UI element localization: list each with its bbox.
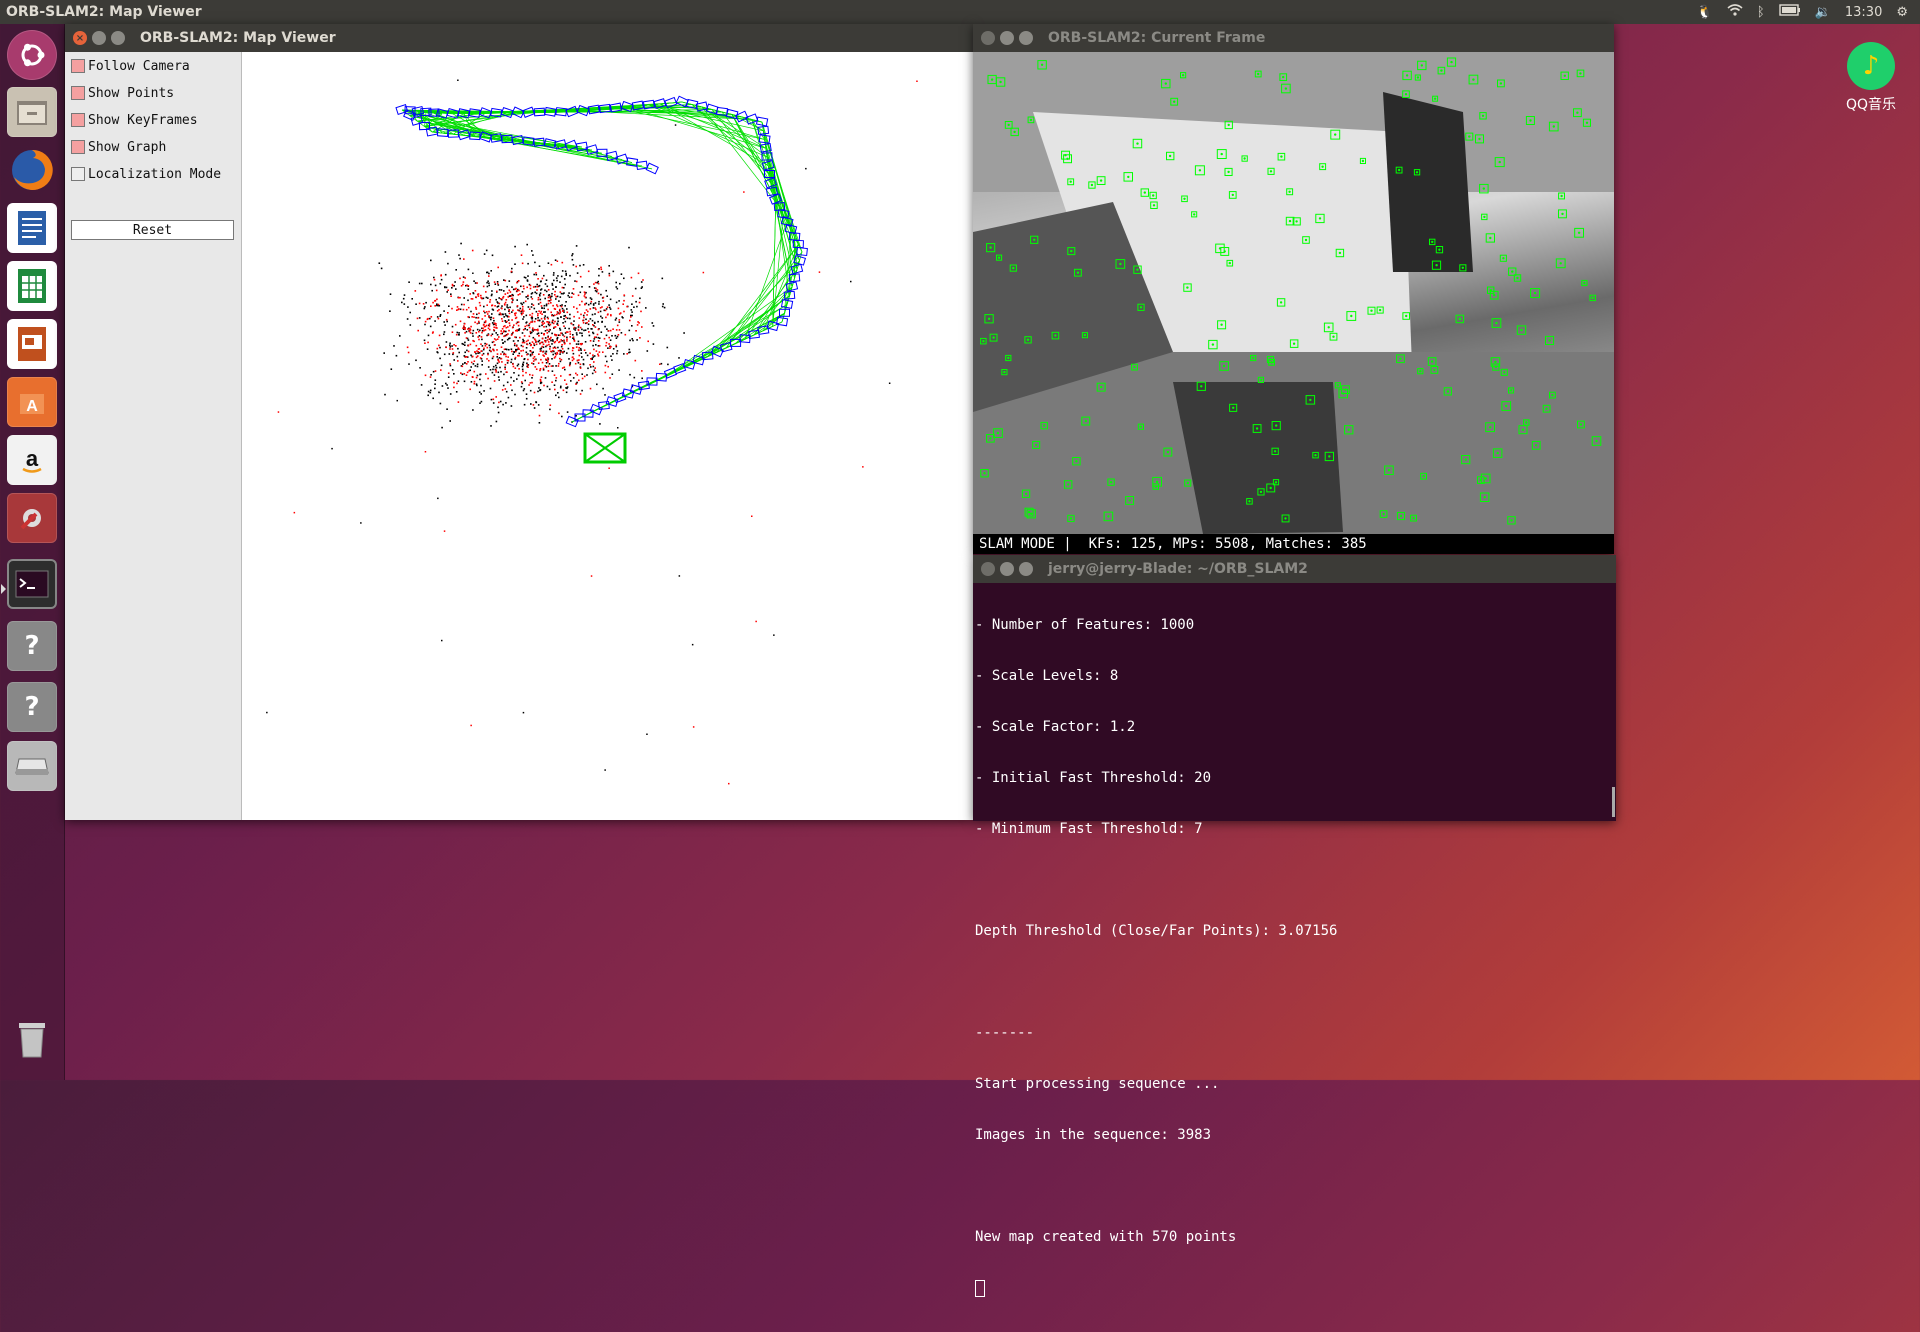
map-render[interactable] xyxy=(242,52,973,820)
terminal-title: jerry@jerry-Blade: ~/ORB_SLAM2 xyxy=(1048,561,1308,577)
terminal-line: - Initial Fast Threshold: 20 xyxy=(975,770,1612,787)
checkbox-label: Follow Camera xyxy=(88,59,190,74)
checkbox-box[interactable] xyxy=(71,140,85,154)
close-icon[interactable] xyxy=(981,562,995,576)
qq-music-desktop-icon[interactable]: ♪ QQ音乐 xyxy=(1826,42,1916,114)
show-keyframes-checkbox[interactable]: Show KeyFrames xyxy=(71,110,198,130)
slam-status-bar: SLAM MODE | KFs: 125, MPs: 5508, Matches… xyxy=(973,534,1614,554)
terminal-line: Start processing sequence ... xyxy=(975,1076,1612,1093)
running-indicator xyxy=(1,584,6,594)
current-frame-titlebar[interactable]: ORB-SLAM2: Current Frame xyxy=(973,24,1614,52)
current-frame-window: ORB-SLAM2: Current Frame SLAM MODE | KFs… xyxy=(973,24,1614,554)
checkbox-box[interactable] xyxy=(71,113,85,127)
clock[interactable]: 13:30 xyxy=(1845,5,1882,20)
terminal-cursor-line xyxy=(975,1280,1612,1298)
map-points-red xyxy=(407,250,649,417)
checkbox-box[interactable] xyxy=(71,86,85,100)
libreoffice-writer-icon[interactable] xyxy=(7,203,57,253)
terminal-scrollbar[interactable] xyxy=(1612,787,1615,817)
follow-camera-checkbox[interactable]: Follow Camera xyxy=(71,56,190,76)
terminal-line: ​ xyxy=(975,872,1612,889)
qq-music-label: QQ音乐 xyxy=(1826,94,1916,114)
terminal-output[interactable]: - Number of Features: 1000 - Scale Level… xyxy=(975,583,1612,821)
checkbox-box[interactable] xyxy=(71,167,85,181)
keyframes xyxy=(396,96,807,426)
drive-icon[interactable] xyxy=(7,741,57,791)
minimize-icon[interactable] xyxy=(92,31,106,45)
map-points-black xyxy=(266,80,918,785)
frame-scene xyxy=(973,52,1614,534)
minimize-icon[interactable] xyxy=(1000,562,1014,576)
libreoffice-calc-icon[interactable] xyxy=(7,261,57,311)
battery-icon[interactable] xyxy=(1779,4,1801,20)
map-options-panel: Follow Camera Show Points Show KeyFrames… xyxy=(65,52,242,820)
firefox-icon[interactable] xyxy=(7,145,57,195)
ubuntu-dash-icon[interactable] xyxy=(7,30,57,80)
checkbox-label: Show Graph xyxy=(88,140,166,155)
active-window-title: ORB-SLAM2: Map Viewer xyxy=(6,4,202,20)
indicator-area: 🐧 ᛒ 🔉 13:30 ⚙ xyxy=(1697,4,1920,20)
map-viewer-title: ORB-SLAM2: Map Viewer xyxy=(140,30,336,46)
terminal-line: Images in the sequence: 3983 xyxy=(975,1127,1612,1144)
terminal-cursor xyxy=(975,1280,985,1297)
amazon-icon[interactable]: a xyxy=(7,435,57,485)
terminal-line: ------- xyxy=(975,1025,1612,1042)
bluetooth-icon[interactable]: ᛒ xyxy=(1757,5,1765,20)
files-icon[interactable] xyxy=(7,87,57,137)
map-viewer-window: × ORB-SLAM2: Map Viewer Follow Camera Sh… xyxy=(65,24,973,820)
camera-frame-image xyxy=(973,52,1614,534)
current-camera xyxy=(585,434,625,462)
checkbox-label: Show KeyFrames xyxy=(88,113,198,128)
minimize-icon[interactable] xyxy=(1000,31,1014,45)
wifi-icon[interactable] xyxy=(1727,4,1743,20)
top-panel: ORB-SLAM2: Map Viewer 🐧 ᛒ 🔉 13:30 ⚙ xyxy=(0,0,1920,24)
terminal-window: jerry@jerry-Blade: ~/ORB_SLAM2 - Number … xyxy=(973,555,1616,821)
maximize-icon[interactable] xyxy=(1019,562,1033,576)
terminal-line: ​ xyxy=(975,974,1612,991)
close-icon[interactable] xyxy=(981,31,995,45)
checkbox-label: Localization Mode xyxy=(88,167,221,182)
terminal-line: - Scale Factor: 1.2 xyxy=(975,719,1612,736)
volume-icon[interactable]: 🔉 xyxy=(1815,5,1831,20)
svg-text:a: a xyxy=(26,446,39,471)
unknown-app-2-icon[interactable]: ? xyxy=(7,682,57,732)
map-viewer-titlebar[interactable]: × ORB-SLAM2: Map Viewer xyxy=(65,24,973,52)
system-settings-icon[interactable] xyxy=(7,493,57,543)
qq-tray-icon[interactable]: 🐧 xyxy=(1697,5,1713,20)
terminal-line: Depth Threshold (Close/Far Points): 3.07… xyxy=(975,923,1612,940)
unknown-app-1-icon[interactable]: ? xyxy=(7,621,57,671)
terminal-line: - Number of Features: 1000 xyxy=(975,617,1612,634)
close-icon[interactable]: × xyxy=(73,31,87,45)
terminal-line: New map created with 570 points xyxy=(975,1229,1612,1246)
libreoffice-impress-icon[interactable] xyxy=(7,319,57,369)
maximize-icon[interactable] xyxy=(1019,31,1033,45)
map-3d-canvas[interactable] xyxy=(242,52,973,820)
svg-text:A: A xyxy=(26,398,38,415)
qq-music-icon: ♪ xyxy=(1847,42,1895,90)
trash-icon[interactable] xyxy=(7,1014,57,1064)
terminal-titlebar[interactable]: jerry@jerry-Blade: ~/ORB_SLAM2 xyxy=(973,555,1616,583)
show-points-checkbox[interactable]: Show Points xyxy=(71,83,174,103)
show-graph-checkbox[interactable]: Show Graph xyxy=(71,137,166,157)
launcher: A a ? ? xyxy=(0,24,65,1080)
localization-mode-checkbox[interactable]: Localization Mode xyxy=(71,164,221,184)
ubuntu-software-icon[interactable]: A xyxy=(7,377,57,427)
checkbox-box[interactable] xyxy=(71,59,85,73)
terminal-icon[interactable] xyxy=(7,559,57,609)
terminal-line: - Minimum Fast Threshold: 7 xyxy=(975,821,1612,838)
maximize-icon[interactable] xyxy=(111,31,125,45)
settings-gear-icon[interactable]: ⚙ xyxy=(1896,5,1908,20)
terminal-line: - Scale Levels: 8 xyxy=(975,668,1612,685)
checkbox-label: Show Points xyxy=(88,86,174,101)
current-frame-title: ORB-SLAM2: Current Frame xyxy=(1048,30,1265,46)
terminal-line: ​ xyxy=(975,1178,1612,1195)
reset-button[interactable]: Reset xyxy=(71,220,234,240)
